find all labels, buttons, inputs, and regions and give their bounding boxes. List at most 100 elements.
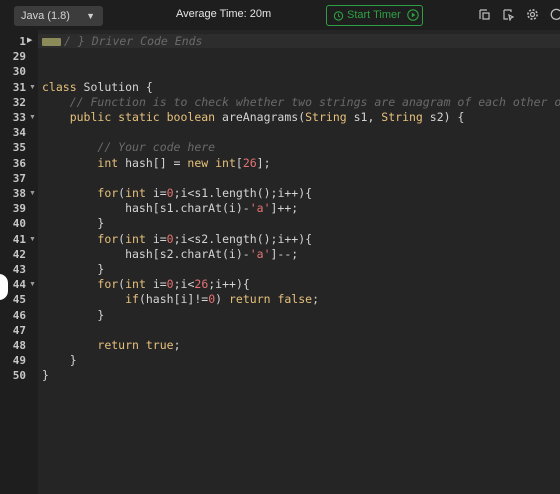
line-number: 31 xyxy=(12,80,26,94)
fullscreen-icon[interactable] xyxy=(550,8,560,21)
code-token: ;i++){ xyxy=(208,277,250,292)
line-number: 38 xyxy=(12,187,26,200)
code-line[interactable]: for(int i=0;i<s2.length();i++){ xyxy=(42,232,312,247)
reset-code-icon[interactable] xyxy=(502,8,515,21)
folded-region-icon[interactable] xyxy=(42,37,61,46)
line-number: 30 xyxy=(12,65,26,79)
fold-arrow-icon[interactable]: ▼ xyxy=(29,277,36,292)
line-number: 35 xyxy=(12,141,26,155)
language-select-value: Java (1.8) xyxy=(21,10,70,22)
fold-arrow-icon[interactable]: ▼ xyxy=(29,110,36,125)
code-token: hash[s1.charAt(i)- xyxy=(42,201,250,216)
format-code-icon[interactable] xyxy=(478,8,491,21)
line-number: 48 xyxy=(12,339,26,352)
start-timer-button[interactable]: Start Timer xyxy=(326,5,423,26)
language-select[interactable]: Java (1.8) ▼ xyxy=(14,6,103,26)
code-token: if xyxy=(125,292,139,307)
code-line[interactable]: } xyxy=(42,262,104,277)
code-line[interactable]: // Your code here xyxy=(42,140,215,155)
code-token: String xyxy=(305,110,354,124)
chevron-down-icon: ▼ xyxy=(86,11,95,21)
line-number: 37 xyxy=(12,171,26,185)
code-token: int xyxy=(125,231,153,246)
code-line[interactable]: return true; xyxy=(42,338,180,353)
current-line-marker-icon: ▶ xyxy=(27,37,33,44)
code-token: ;i<s2.length();i++){ xyxy=(173,231,313,246)
line-number: 29 xyxy=(12,50,26,64)
code-line[interactable]: / } Driver Code Ends xyxy=(42,34,202,49)
code-line[interactable]: int hash[] = new int[26]; xyxy=(42,155,270,171)
code-token: 0 xyxy=(166,231,174,246)
code-token: return false xyxy=(229,292,313,307)
line-number: 39 xyxy=(12,202,26,216)
code-token: hash[] = xyxy=(125,155,188,170)
code-editor[interactable]: ▶ 1 29 30 31 ▼ 32 33 ▼ 34 35 36 37 38 ▼ 39 40 41 ▼ 42 43 44 ▼… xyxy=(0,30,560,494)
line-number: 46 xyxy=(12,308,26,322)
clock-icon xyxy=(333,11,344,21)
code-token: ]--; xyxy=(270,246,299,261)
code-token: } xyxy=(42,262,105,276)
code-token: String xyxy=(381,110,430,124)
line-number: 41 xyxy=(12,232,26,246)
code-token: ) xyxy=(215,292,229,307)
code-line[interactable]: public static boolean areAnagrams(String… xyxy=(42,110,465,125)
code-token: } xyxy=(42,216,105,231)
code-line[interactable]: hash[s2.charAt(i)-'a']--; xyxy=(42,247,298,262)
code-token: ; xyxy=(312,292,320,307)
code-token: } xyxy=(42,368,49,383)
line-number: 36 xyxy=(12,156,26,170)
average-time-label: Average Time: 20m xyxy=(176,8,272,20)
code-token: i= xyxy=(152,277,167,292)
code-line[interactable]: } xyxy=(42,308,104,323)
code-token: int xyxy=(125,186,153,200)
code-token: return true xyxy=(97,338,174,352)
code-line[interactable]: } xyxy=(42,368,49,383)
code-line[interactable]: for(int i=0;i<s1.length();i++){ xyxy=(42,186,312,201)
code-token: public static boolean xyxy=(69,110,223,124)
code-token: new int xyxy=(187,155,236,170)
code-token: int xyxy=(97,155,126,170)
code-token: (hash[i]!= xyxy=(138,292,209,307)
code-token: i= xyxy=(152,186,167,200)
code-token: } xyxy=(42,307,105,322)
fold-arrow-icon[interactable]: ▼ xyxy=(29,232,36,247)
code-token: // Function is to check whether two stri… xyxy=(69,94,560,109)
code-token: 0 xyxy=(166,186,174,200)
code-line[interactable]: if(hash[i]!=0) return false; xyxy=(42,292,319,307)
code-line[interactable]: for(int i=0;i<26;i++){ xyxy=(42,277,250,292)
editor-toolbar: Java (1.8) ▼ Average Time: 20m Start Tim… xyxy=(0,0,560,30)
line-number: 40 xyxy=(12,217,26,231)
code-token: 26 xyxy=(194,277,209,292)
line-number: 33 xyxy=(12,111,26,124)
code-token: for xyxy=(97,231,119,246)
code-token: for xyxy=(97,277,119,292)
code-token: s1, xyxy=(353,110,382,124)
code-line[interactable]: } xyxy=(42,353,77,368)
line-number: 47 xyxy=(12,323,26,337)
code-token: i= xyxy=(152,231,167,246)
code-token: 'a' xyxy=(249,201,271,216)
code-token: ;i<s1.length();i++){ xyxy=(173,186,313,200)
code-token: / } Driver Code Ends xyxy=(64,34,203,48)
code-line[interactable]: hash[s1.charAt(i)-'a']++; xyxy=(42,201,298,216)
code-token: areAnagrams( xyxy=(222,110,306,124)
play-icon xyxy=(407,9,419,21)
fold-arrow-icon[interactable]: ▼ xyxy=(29,80,36,95)
line-number: 50 xyxy=(12,369,26,383)
fold-arrow-icon[interactable]: ▼ xyxy=(29,186,36,201)
code-line[interactable]: class Solution { xyxy=(42,80,153,95)
code-token: [ xyxy=(235,155,243,170)
line-number: 34 xyxy=(12,126,26,140)
gear-icon[interactable] xyxy=(526,8,539,21)
code-area[interactable]: / } Driver Code Ends class Solution { // … xyxy=(38,30,560,494)
start-timer-label: Start Timer xyxy=(347,9,401,21)
code-line[interactable]: } xyxy=(42,216,104,231)
code-line[interactable]: // Function is to check whether two stri… xyxy=(42,95,560,110)
code-token: ]++; xyxy=(270,201,299,216)
line-number: 32 xyxy=(12,95,26,109)
